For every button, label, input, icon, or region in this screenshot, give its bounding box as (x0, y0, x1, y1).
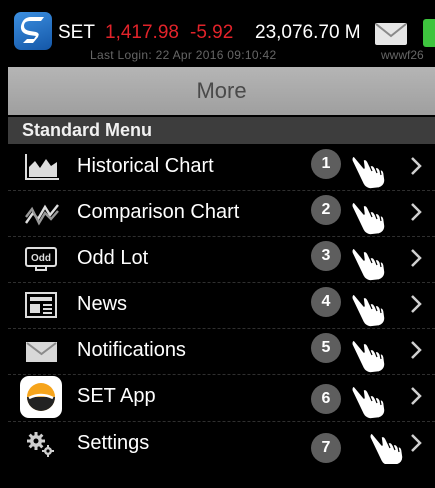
left-edge (0, 64, 8, 464)
section-header: Standard Menu (8, 117, 435, 144)
chevron-right-icon (409, 338, 423, 362)
chevron-right-icon (409, 384, 423, 408)
menu-item-comparison-chart[interactable]: Comparison Chart 2 (8, 190, 435, 237)
tap-hand-icon (348, 198, 390, 236)
menu-list: Historical Chart 1 Comparison Chart 2 Od… (8, 144, 435, 468)
gear-icon (24, 430, 60, 458)
step-badge: 7 (311, 433, 341, 463)
odd-lot-icon: Odd (24, 245, 60, 273)
bottom-area (0, 464, 435, 488)
menu-item-label: SET App (77, 385, 156, 407)
menu-item-odd-lot[interactable]: Odd Odd Lot 3 (8, 236, 435, 283)
menu-item-settings[interactable]: Settings 7 (8, 421, 435, 468)
chevron-right-icon (409, 154, 423, 178)
menu-item-label: Settings (77, 432, 150, 454)
historical-chart-icon (24, 153, 60, 181)
chevron-right-icon (409, 200, 423, 224)
chevron-right-icon (409, 246, 423, 270)
last-login-text: Last Login: 22 Apr 2016 09:10:42 (90, 48, 277, 62)
step-badge: 3 (311, 241, 341, 271)
menu-item-label: Odd Lot (77, 247, 149, 269)
index-change: -5.92 (190, 22, 234, 43)
menu-item-label: Historical Chart (77, 155, 214, 177)
news-icon (24, 291, 60, 319)
step-badge: 4 (311, 287, 341, 317)
menu-item-label: Notifications (77, 339, 186, 361)
step-badge: 1 (311, 149, 341, 179)
menu-item-news[interactable]: News 4 (8, 282, 435, 329)
menu-item-set-app[interactable]: SET App 6 (8, 374, 435, 422)
index-value: 1,417.98 (105, 22, 179, 43)
battery-icon (423, 19, 435, 47)
user-id-text: wwwf26 (381, 48, 424, 62)
menu-item-label: Comparison Chart (77, 201, 240, 223)
tap-hand-icon (348, 290, 390, 328)
index-volume: 23,076.70 M (255, 22, 361, 43)
step-badge: 2 (311, 195, 341, 225)
menu-item-notifications[interactable]: Notifications 5 (8, 328, 435, 375)
tap-hand-icon (348, 382, 390, 420)
tap-hand-icon (348, 152, 390, 190)
mail-icon (24, 337, 60, 365)
tap-hand-icon (348, 244, 390, 282)
index-name: SET (58, 22, 95, 43)
chevron-right-icon (409, 431, 423, 455)
odd-lot-icon-text: Odd (31, 253, 51, 264)
tap-hand-icon (366, 429, 408, 467)
set-app-icon (20, 376, 62, 418)
menu-item-historical-chart[interactable]: Historical Chart 1 (8, 144, 435, 191)
section-title: Standard Menu (22, 120, 153, 140)
step-badge: 6 (311, 384, 341, 414)
status-bar: SET 1,417.98 -5.92 23,076.70 M Last Logi… (0, 0, 435, 64)
set-logo-icon (14, 12, 52, 50)
chevron-right-icon (409, 292, 423, 316)
comparison-chart-icon (24, 199, 60, 227)
tap-hand-icon (348, 336, 390, 374)
page-title-bar: More (8, 67, 435, 115)
mail-icon[interactable] (375, 23, 407, 45)
page-title: More (196, 78, 247, 103)
menu-item-label: News (77, 293, 128, 315)
step-badge: 5 (311, 333, 341, 363)
